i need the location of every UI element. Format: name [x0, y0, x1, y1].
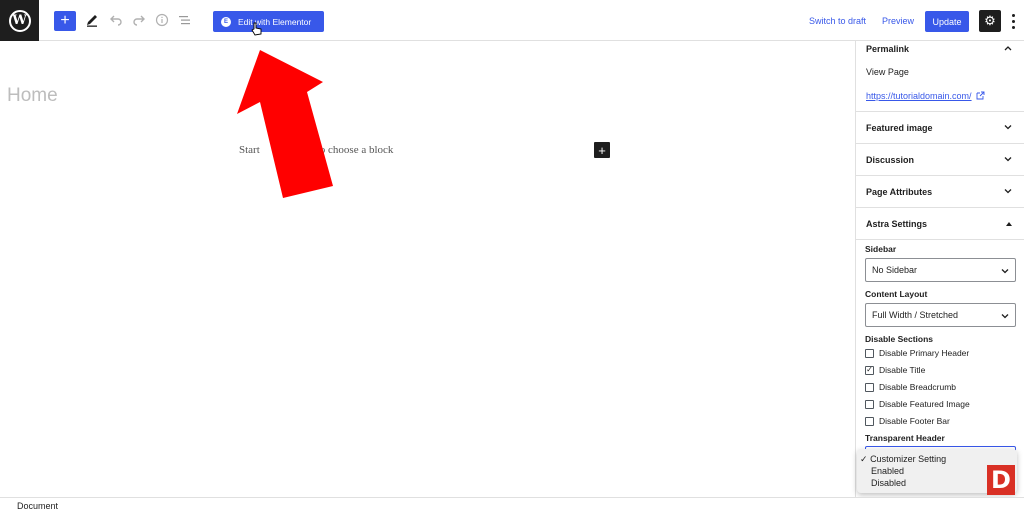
- channel-logo: D: [987, 465, 1015, 495]
- option-label: Customizer Setting: [870, 454, 947, 464]
- astra-settings-panel[interactable]: Astra Settings: [856, 208, 1024, 240]
- content-layout-value: Full Width / Stretched: [872, 310, 959, 320]
- preview-button[interactable]: Preview: [882, 16, 914, 26]
- settings-sidebar: Permalink View Page https://tutorialdoma…: [855, 41, 1024, 497]
- chevron-down-icon: [1001, 269, 1009, 274]
- permalink-url-link[interactable]: https://tutorialdomain.com/: [866, 91, 972, 101]
- chevron-up-icon[interactable]: [1004, 44, 1012, 52]
- elementor-icon: E: [221, 16, 231, 27]
- update-button[interactable]: Update: [925, 11, 969, 32]
- checkbox-box-checked[interactable]: ✓: [865, 365, 874, 375]
- chevron-down-icon: [1004, 125, 1012, 130]
- wordpress-logo[interactable]: W: [0, 0, 39, 41]
- checkbox-disable-primary-header[interactable]: Disable Primary Header: [865, 348, 969, 358]
- page-attributes-label: Page Attributes: [866, 186, 933, 197]
- editor-toolbar: W + E Edit with Elementor Switch to draf…: [0, 0, 1024, 41]
- discussion-panel[interactable]: Discussion: [856, 144, 1024, 176]
- triangle-up-icon: [1006, 222, 1012, 226]
- chevron-down-icon: [1001, 314, 1009, 319]
- switch-to-draft-button[interactable]: Switch to draft: [809, 16, 866, 26]
- sidebar-select[interactable]: No Sidebar: [865, 258, 1016, 282]
- external-link-icon[interactable]: [976, 91, 985, 100]
- breadcrumb-footer: Document: [0, 497, 1024, 513]
- sidebar-label: Sidebar: [865, 244, 897, 254]
- disable-sections-label: Disable Sections: [865, 334, 934, 344]
- info-icon[interactable]: [154, 12, 170, 28]
- featured-image-label: Featured image: [866, 122, 933, 133]
- document-breadcrumb[interactable]: Document: [17, 501, 58, 511]
- checkbox-label: Disable Title: [879, 365, 926, 375]
- red-arrow-annotation: [237, 50, 333, 198]
- more-options-icon[interactable]: [1009, 12, 1017, 30]
- astra-settings-label: Astra Settings: [866, 218, 928, 229]
- page-title[interactable]: Home: [7, 85, 58, 107]
- inline-add-block-button[interactable]: +: [594, 142, 610, 158]
- list-view-icon[interactable]: [177, 12, 193, 28]
- content-layout-select[interactable]: Full Width / Stretched: [865, 303, 1016, 327]
- content-layout-label: Content Layout: [865, 289, 928, 299]
- settings-gear-icon[interactable]: ⚙: [979, 10, 1001, 32]
- chevron-down-icon: [1004, 157, 1012, 162]
- checkbox-box[interactable]: [865, 399, 874, 409]
- add-block-button[interactable]: +: [54, 11, 76, 31]
- redo-icon[interactable]: [131, 12, 147, 28]
- wordpress-icon: W: [8, 9, 31, 32]
- elementor-button-label: Edit with Elementor: [238, 16, 312, 27]
- checkbox-label: Disable Featured Image: [879, 399, 970, 409]
- checkbox-box[interactable]: [865, 416, 874, 426]
- edit-with-elementor-button[interactable]: E Edit with Elementor: [213, 11, 324, 32]
- page-attributes-panel[interactable]: Page Attributes: [856, 176, 1024, 208]
- checkbox-disable-title[interactable]: ✓ Disable Title: [865, 365, 925, 375]
- checkbox-disable-footer-bar[interactable]: Disable Footer Bar: [865, 416, 950, 426]
- checkbox-box[interactable]: [865, 348, 874, 358]
- permalink-panel: Permalink View Page https://tutorialdoma…: [856, 41, 1024, 112]
- chevron-down-icon: [1004, 189, 1012, 194]
- dropdown-option-customizer-setting[interactable]: ✓ Customizer Setting: [860, 453, 1017, 465]
- checkbox-label: Disable Breadcrumb: [879, 382, 957, 392]
- pencil-icon[interactable]: [84, 12, 100, 28]
- featured-image-panel[interactable]: Featured image: [856, 112, 1024, 144]
- hand-cursor-icon: [251, 22, 262, 36]
- discussion-label: Discussion: [866, 154, 915, 165]
- checkbox-label: Disable Primary Header: [879, 348, 970, 358]
- checkbox-box[interactable]: [865, 382, 874, 392]
- transparent-header-label: Transparent Header: [865, 433, 945, 443]
- view-page-label: View Page: [866, 67, 909, 77]
- checkbox-label: Disable Footer Bar: [879, 416, 950, 426]
- checkbox-disable-breadcrumb[interactable]: Disable Breadcrumb: [865, 382, 956, 392]
- undo-icon[interactable]: [108, 12, 124, 28]
- sidebar-select-value: No Sidebar: [872, 265, 918, 275]
- permalink-title[interactable]: Permalink: [866, 44, 909, 54]
- selected-check-icon: ✓: [860, 454, 868, 464]
- checkbox-disable-featured-image[interactable]: Disable Featured Image: [865, 399, 970, 409]
